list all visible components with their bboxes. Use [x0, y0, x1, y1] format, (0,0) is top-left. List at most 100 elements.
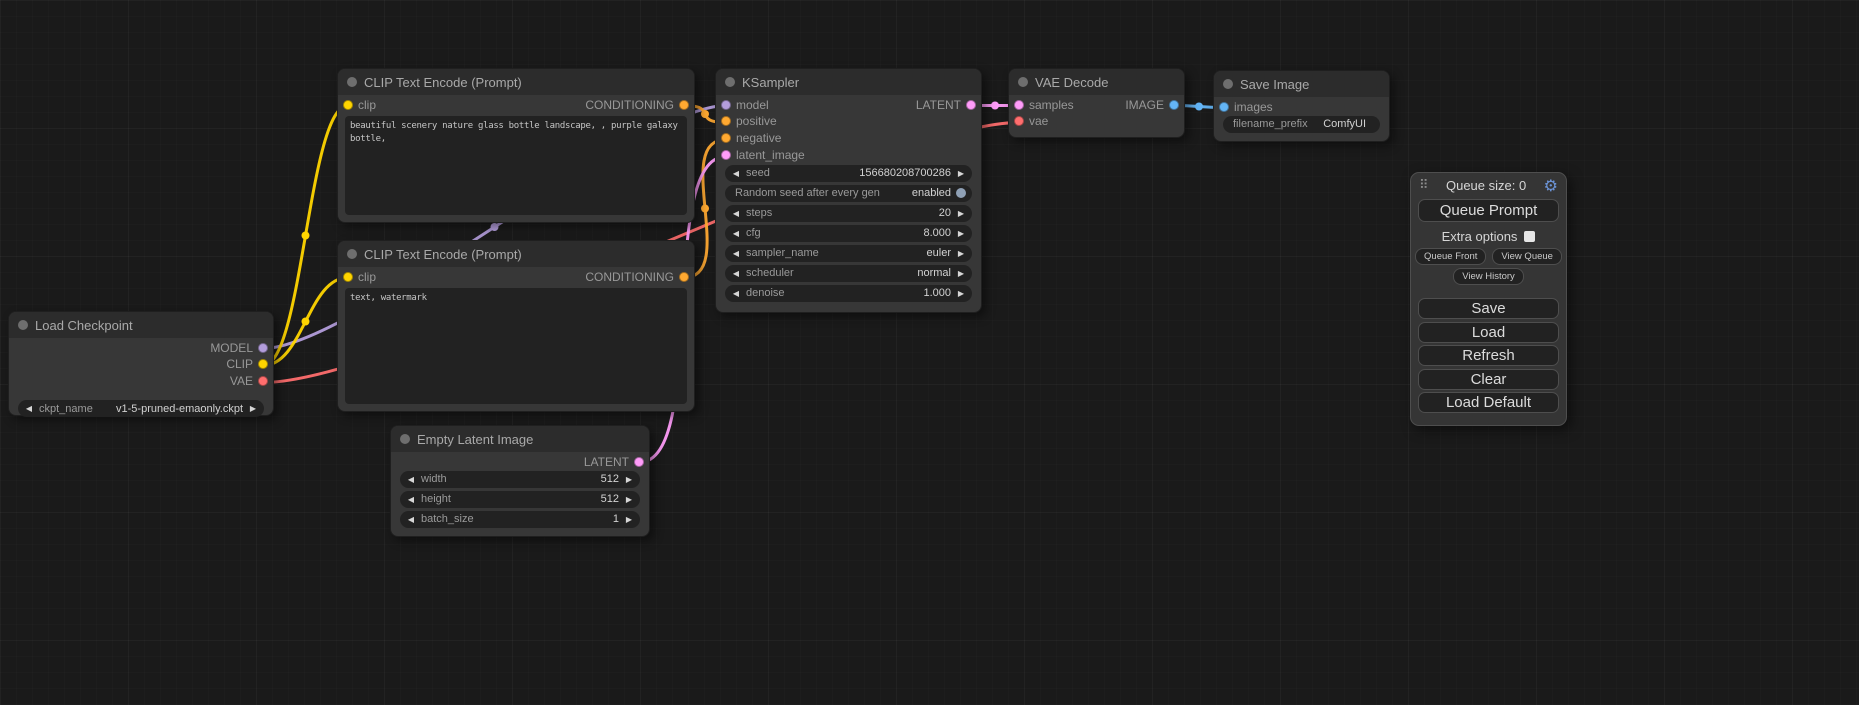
input-slot-images[interactable]: images	[1219, 100, 1273, 114]
ckpt-name-widget[interactable]: ◀ ckpt_name v1-5-pruned-emaonly.ckpt ▶	[18, 400, 264, 417]
node-clip-text-encode-positive[interactable]: CLIP Text Encode (Prompt) clip CONDITION…	[337, 68, 695, 223]
left-arrow-icon[interactable]: ◀	[731, 209, 741, 218]
input-slot-vae[interactable]: vae	[1014, 114, 1048, 128]
conditioning-output-dot[interactable]	[679, 100, 689, 110]
load-button[interactable]: Load	[1418, 322, 1559, 343]
left-arrow-icon[interactable]: ◀	[406, 495, 416, 504]
node-save-image[interactable]: Save Image images filename_prefix ComfyU…	[1213, 70, 1390, 142]
output-slot-clip[interactable]: CLIP	[226, 357, 268, 371]
latent-output-dot[interactable]	[966, 100, 976, 110]
clear-button[interactable]: Clear	[1418, 369, 1559, 390]
samples-input-dot[interactable]	[1014, 100, 1024, 110]
left-arrow-icon[interactable]: ◀	[731, 249, 741, 258]
output-slot-vae[interactable]: VAE	[230, 374, 268, 388]
left-arrow-icon[interactable]: ◀	[406, 475, 416, 484]
conditioning-output-dot[interactable]	[679, 272, 689, 282]
model-input-dot[interactable]	[721, 100, 731, 110]
node-ksampler[interactable]: KSampler model LATENT positive negative	[715, 68, 982, 313]
widget-value: 512	[601, 473, 619, 485]
node-vae-decode[interactable]: VAE Decode samples IMAGE vae	[1008, 68, 1185, 138]
vae-output-dot[interactable]	[258, 376, 268, 386]
node-title-bar[interactable]: Save Image	[1214, 71, 1389, 97]
node-empty-latent-image[interactable]: Empty Latent Image LATENT ◀ width 512 ▶ …	[390, 425, 650, 537]
node-title-bar[interactable]: Empty Latent Image	[391, 426, 649, 452]
input-slot-samples[interactable]: samples	[1014, 98, 1074, 112]
clip-input-dot[interactable]	[343, 272, 353, 282]
right-arrow-icon[interactable]: ▶	[624, 495, 634, 504]
input-slot-positive[interactable]: positive	[721, 114, 777, 128]
node-graph-canvas[interactable]: Load Checkpoint MODEL CLIP VAE ◀ ckpt_na…	[0, 0, 1859, 705]
scheduler-widget[interactable]: ◀ scheduler normal ▶	[725, 265, 972, 282]
right-arrow-icon[interactable]: ▶	[956, 209, 966, 218]
input-slot-latent-image[interactable]: latent_image	[721, 148, 805, 162]
node-clip-text-encode-negative[interactable]: CLIP Text Encode (Prompt) clip CONDITION…	[337, 240, 695, 412]
output-slot-model[interactable]: MODEL	[210, 341, 268, 355]
save-button[interactable]: Save	[1418, 298, 1559, 319]
steps-widget[interactable]: ◀ steps 20 ▶	[725, 205, 972, 222]
clip-input-dot[interactable]	[343, 100, 353, 110]
left-arrow-icon[interactable]: ◀	[731, 229, 741, 238]
node-title-bar[interactable]: VAE Decode	[1009, 69, 1184, 95]
slot-label: model	[736, 98, 769, 112]
batch-size-widget[interactable]: ◀ batch_size 1 ▶	[400, 511, 640, 528]
positive-prompt-textarea[interactable]: beautiful scenery nature glass bottle la…	[345, 116, 687, 215]
cfg-widget[interactable]: ◀ cfg 8.000 ▶	[725, 225, 972, 242]
left-arrow-icon[interactable]: ◀	[731, 169, 741, 178]
model-output-dot[interactable]	[258, 343, 268, 353]
height-widget[interactable]: ◀ height 512 ▶	[400, 491, 640, 508]
width-widget[interactable]: ◀ width 512 ▶	[400, 471, 640, 488]
node-title-bar[interactable]: CLIP Text Encode (Prompt)	[338, 241, 694, 267]
clip-output-dot[interactable]	[258, 359, 268, 369]
view-history-button[interactable]: View History	[1453, 268, 1524, 285]
positive-input-dot[interactable]	[721, 116, 731, 126]
left-arrow-icon[interactable]: ◀	[24, 404, 34, 413]
toggle-enabled-dot[interactable]	[956, 188, 966, 198]
right-arrow-icon[interactable]: ▶	[248, 404, 258, 413]
refresh-button[interactable]: Refresh	[1418, 345, 1559, 366]
negative-prompt-textarea[interactable]: text, watermark	[345, 288, 687, 404]
right-arrow-icon[interactable]: ▶	[956, 169, 966, 178]
queue-prompt-button[interactable]: Queue Prompt	[1418, 199, 1559, 222]
node-title-bar[interactable]: Load Checkpoint	[9, 312, 273, 338]
random-seed-toggle-widget[interactable]: Random seed after every gen enabled	[725, 185, 972, 202]
input-slot-clip[interactable]: clip	[343, 270, 376, 284]
output-slot-conditioning[interactable]: CONDITIONING	[585, 98, 689, 112]
output-slot-image[interactable]: IMAGE	[1125, 98, 1179, 112]
seed-widget[interactable]: ◀ seed 156680208700286 ▶	[725, 165, 972, 182]
left-arrow-icon[interactable]: ◀	[406, 515, 416, 524]
image-output-dot[interactable]	[1169, 100, 1179, 110]
output-slot-conditioning[interactable]: CONDITIONING	[585, 270, 689, 284]
latent-image-input-dot[interactable]	[721, 150, 731, 160]
node-title-bar[interactable]: KSampler	[716, 69, 981, 95]
load-default-button[interactable]: Load Default	[1418, 392, 1559, 413]
output-slot-latent[interactable]: LATENT	[584, 455, 644, 469]
left-arrow-icon[interactable]: ◀	[731, 289, 741, 298]
right-arrow-icon[interactable]: ▶	[956, 289, 966, 298]
drag-handle-icon[interactable]: ⠿	[1419, 178, 1429, 193]
input-slot-negative[interactable]: negative	[721, 131, 781, 145]
latent-output-dot[interactable]	[634, 457, 644, 467]
extra-options-checkbox[interactable]	[1524, 231, 1535, 242]
right-arrow-icon[interactable]: ▶	[956, 249, 966, 258]
negative-input-dot[interactable]	[721, 133, 731, 143]
slot-label: latent_image	[736, 148, 805, 162]
right-arrow-icon[interactable]: ▶	[624, 475, 634, 484]
view-queue-button[interactable]: View Queue	[1492, 248, 1562, 265]
sampler-name-widget[interactable]: ◀ sampler_name euler ▶	[725, 245, 972, 262]
left-arrow-icon[interactable]: ◀	[731, 269, 741, 278]
filename-prefix-widget[interactable]: filename_prefix ComfyUI	[1223, 116, 1380, 133]
output-slot-latent[interactable]: LATENT	[916, 98, 976, 112]
node-title-bar[interactable]: CLIP Text Encode (Prompt)	[338, 69, 694, 95]
queue-front-button[interactable]: Queue Front	[1415, 248, 1486, 265]
input-slot-clip[interactable]: clip	[343, 98, 376, 112]
node-load-checkpoint[interactable]: Load Checkpoint MODEL CLIP VAE ◀ ckpt_na…	[8, 311, 274, 416]
vae-input-dot[interactable]	[1014, 116, 1024, 126]
settings-gear-icon[interactable]: ⚙	[1544, 179, 1558, 193]
input-slot-model[interactable]: model	[721, 98, 769, 112]
right-arrow-icon[interactable]: ▶	[956, 269, 966, 278]
images-input-dot[interactable]	[1219, 102, 1229, 112]
denoise-widget[interactable]: ◀ denoise 1.000 ▶	[725, 285, 972, 302]
widget-name: sampler_name	[746, 247, 819, 259]
right-arrow-icon[interactable]: ▶	[956, 229, 966, 238]
right-arrow-icon[interactable]: ▶	[624, 515, 634, 524]
